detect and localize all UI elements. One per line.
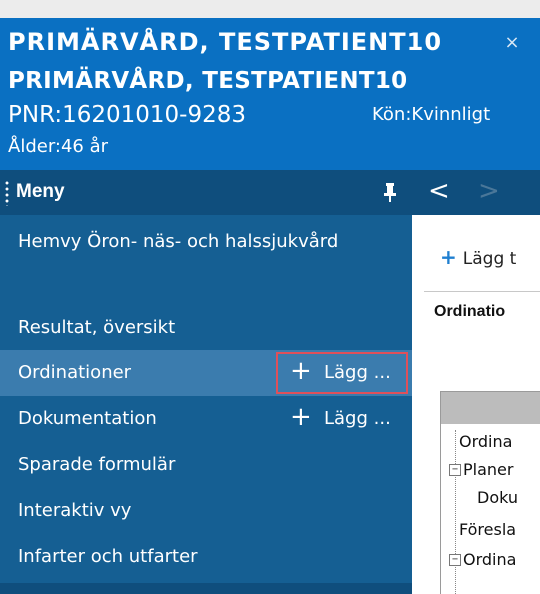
content-add-label: Lägg t xyxy=(462,249,517,269)
patient-tab-title[interactable]: PRIMÄRVÅRD, TESTPATIENT10 xyxy=(8,28,442,56)
tree-item[interactable]: Doku xyxy=(477,488,518,507)
patient-header: PRIMÄRVÅRD, TESTPATIENT10 × PRIMÄRVÅRD, … xyxy=(0,18,540,170)
grip-handle-icon[interactable] xyxy=(4,180,10,206)
window-top-strip xyxy=(0,0,540,18)
patient-name: PRIMÄRVÅRD, TESTPATIENT10 xyxy=(8,68,408,94)
collapse-icon[interactable]: − xyxy=(449,554,461,566)
patient-pnr: PNR:16201010-9283 xyxy=(8,102,246,128)
tree-item-label: Planer xyxy=(463,460,514,479)
add-dokumentation-button[interactable]: + Lägg ... xyxy=(280,400,406,438)
sidebar-item-interaktiv-vy[interactable]: Interaktiv vy xyxy=(0,488,412,534)
tree-item[interactable]: Ordina xyxy=(463,550,516,569)
sidebar-item-sparade-formular[interactable]: Sparade formulär xyxy=(0,442,412,488)
collapse-icon[interactable]: − xyxy=(449,464,461,476)
sidebar-item-hemvy[interactable]: Hemvy Öron- näs- och halssjukvård xyxy=(0,219,412,265)
pin-icon[interactable] xyxy=(380,180,400,204)
back-arrow-icon[interactable]: < xyxy=(428,176,450,206)
sidebar-item-ordinationer[interactable]: Ordinationer + Lägg ... xyxy=(0,350,412,396)
sidebar-item-label: Dokumentation xyxy=(18,408,157,429)
menu-header-bar: Meny xyxy=(0,170,412,215)
add-button-label: Lägg ... xyxy=(324,408,391,429)
sidebar-item-label: Interaktiv vy xyxy=(18,500,132,521)
sidebar-item-infarter[interactable]: Infarter och utfarter xyxy=(0,534,412,580)
sidebar-item-label: Resultat, översikt xyxy=(18,317,176,338)
tree-item-label: Doku xyxy=(477,488,519,507)
sidebar-item-label: Hemvy Öron- näs- och halssjukvård xyxy=(18,231,339,252)
plus-icon: + xyxy=(290,402,312,432)
sidebar-item-resultat[interactable]: Resultat, översikt xyxy=(0,305,412,351)
tree-item[interactable]: Ordina xyxy=(459,432,512,451)
tree-item[interactable]: Planer xyxy=(463,460,513,479)
menu-title: Meny xyxy=(16,181,65,202)
tree-item[interactable]: Föresla xyxy=(459,520,516,539)
tree-header xyxy=(441,392,540,424)
tree-item-label: Föresla xyxy=(459,520,517,539)
add-button-label: Lägg ... xyxy=(324,362,391,383)
patient-gender: Kön:Kvinnligt xyxy=(372,104,491,125)
sidebar-item-label: Infarter och utfarter xyxy=(18,546,198,567)
content-add-button[interactable]: + Lägg t xyxy=(440,245,516,269)
orders-tree: Ordina − Planer Doku Föresla − Ordina xyxy=(440,391,540,594)
panel-title: Ordinatio xyxy=(434,303,506,320)
sidebar-item-label: Ordinationer xyxy=(18,362,132,383)
main-content: + Lägg t Ordinatio Ordina − Planer Doku F… xyxy=(412,215,540,594)
tree-item-label: Ordina xyxy=(459,432,513,451)
plus-icon: + xyxy=(440,245,457,269)
forward-arrow-icon[interactable]: > xyxy=(478,176,500,206)
sidebar-bottom-strip xyxy=(0,583,412,594)
sidebar-menu: Hemvy Öron- näs- och halssjukvård Result… xyxy=(0,215,412,594)
add-ordination-button[interactable]: + Lägg ... xyxy=(276,352,408,394)
patient-age: Ålder:46 år xyxy=(8,136,109,157)
tree-item-label: Ordina xyxy=(463,550,517,569)
plus-icon: + xyxy=(290,356,312,386)
tree-connector xyxy=(455,430,456,594)
panel-divider xyxy=(424,291,540,292)
sidebar-item-dokumentation[interactable]: Dokumentation + Lägg ... xyxy=(0,396,412,442)
navigation-bar: < > xyxy=(412,170,540,215)
sidebar-item-label: Sparade formulär xyxy=(18,454,176,475)
close-tab-icon[interactable]: × xyxy=(500,32,524,54)
